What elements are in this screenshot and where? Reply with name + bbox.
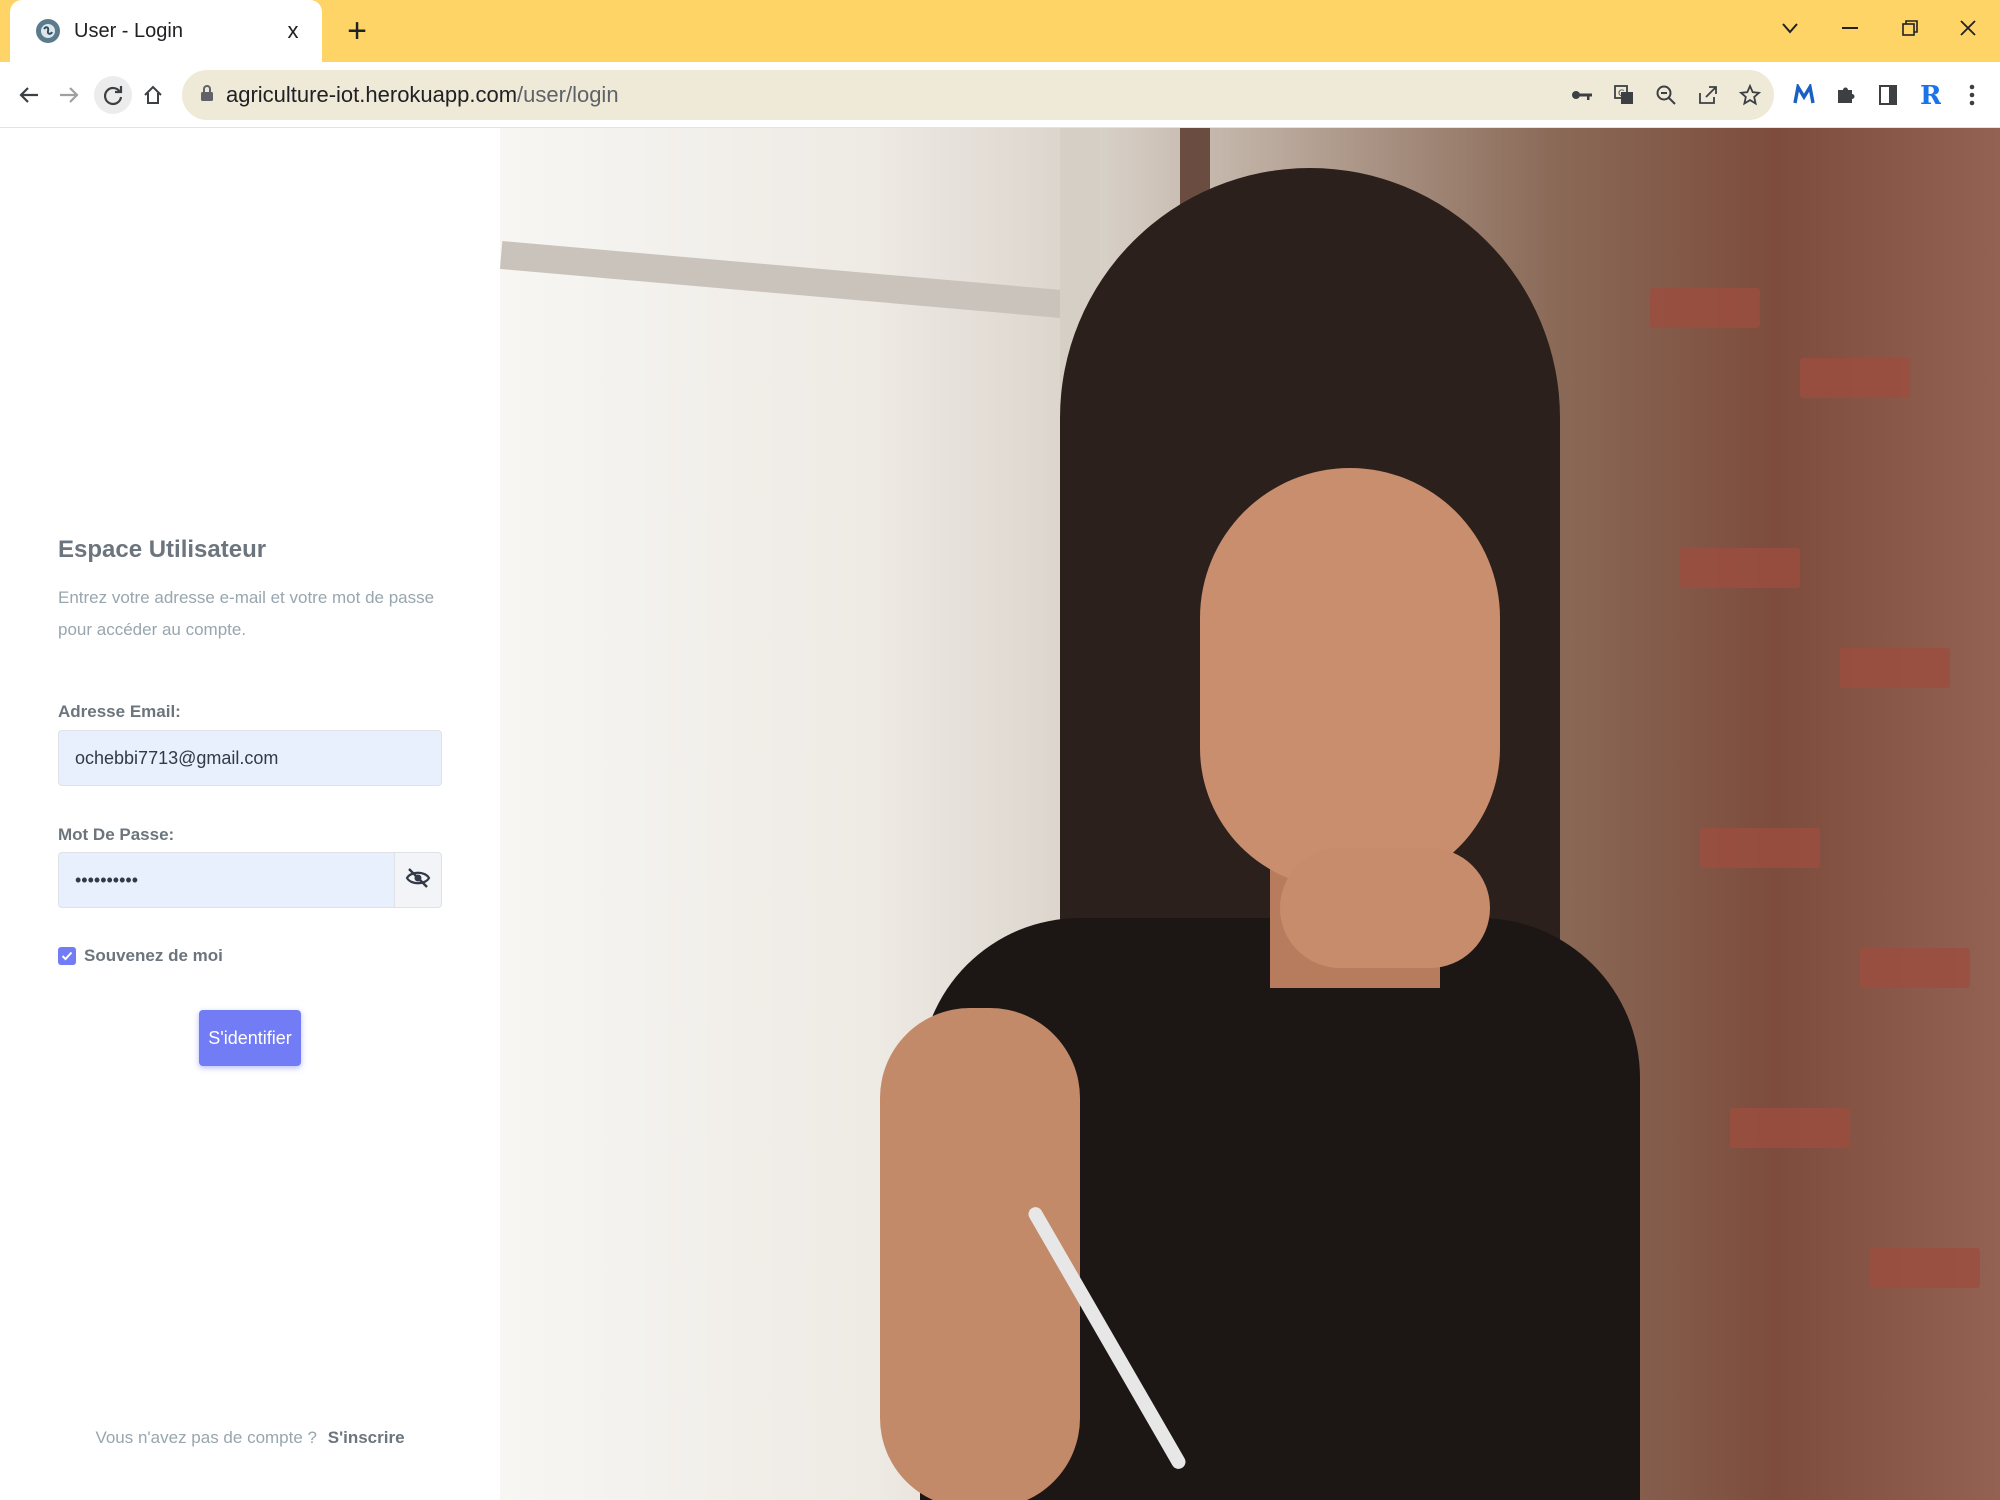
eye-off-icon (405, 867, 431, 894)
close-window-icon[interactable] (1938, 8, 1998, 48)
hero-image (500, 128, 2000, 1500)
signup-prompt: Vous n'avez pas de compte ? (95, 1428, 317, 1447)
brick (1800, 358, 1910, 398)
url-path: /user/login (517, 82, 619, 107)
svg-text:G: G (1618, 89, 1625, 99)
login-button[interactable]: S'identifier (199, 1010, 301, 1066)
brick (1650, 288, 1760, 328)
home-icon[interactable] (134, 76, 172, 114)
share-icon[interactable] (1694, 81, 1722, 109)
remember-me-label: Souvenez de moi (84, 946, 223, 965)
key-icon[interactable] (1568, 81, 1596, 109)
login-page: Espace Utilisateur Entrez votre adresse … (0, 128, 2000, 1500)
browser-tab[interactable]: User - Login x (10, 0, 322, 62)
remember-me[interactable]: Souvenez de moi (58, 946, 223, 966)
extensions-puzzle-icon[interactable] (1832, 76, 1860, 114)
reload-icon[interactable] (94, 76, 132, 114)
browser-toolbar: agriculture-iot.herokuapp.com/user/login… (0, 62, 2000, 128)
email-label: Adresse Email: (58, 702, 181, 721)
email-field[interactable]: ochebbi7713@gmail.com (58, 730, 442, 786)
brick (1730, 1108, 1850, 1148)
toggle-password-visibility-button[interactable] (394, 852, 442, 908)
person-face (1200, 468, 1500, 888)
zoom-icon[interactable] (1652, 81, 1680, 109)
brick (1700, 828, 1820, 868)
minimize-icon[interactable] (1820, 8, 1880, 48)
brick (1870, 1248, 1980, 1288)
url-host: agriculture-iot.herokuapp.com (226, 82, 518, 107)
signup-link[interactable]: S'inscrire (328, 1428, 405, 1447)
tab-strip: User - Login x + (0, 0, 2000, 62)
login-description: Entrez votre adresse e-mail et votre mot… (58, 588, 435, 639)
url-text: agriculture-iot.herokuapp.com/user/login (226, 82, 619, 108)
forward-icon[interactable] (50, 76, 88, 114)
window-frame (500, 241, 1121, 323)
password-group: •••••••••• (58, 852, 442, 908)
password-field[interactable]: •••••••••• (58, 852, 394, 908)
brick (1840, 648, 1950, 688)
password-label: Mot De Passe: (58, 825, 175, 844)
page-title: Espace Utilisateur (58, 536, 267, 563)
signup-footer: Vous n'avez pas de compte ? S'inscrire (0, 1428, 500, 1448)
person-hand (1280, 848, 1490, 968)
address-bar[interactable]: agriculture-iot.herokuapp.com/user/login… (182, 70, 1774, 120)
globe-favicon-icon (36, 19, 60, 43)
tab-close-icon[interactable]: x (278, 18, 308, 44)
brick (1680, 548, 1800, 588)
svg-text:R: R (1920, 82, 1941, 108)
menu-dots-icon[interactable] (1958, 76, 1986, 114)
side-panel-icon[interactable] (1874, 76, 1902, 114)
translate-icon[interactable]: G (1610, 81, 1638, 109)
back-icon[interactable] (10, 76, 48, 114)
r-extension-icon[interactable]: R (1916, 76, 1944, 114)
lock-icon (200, 84, 214, 107)
tab-search-icon[interactable] (1760, 8, 1820, 48)
remember-me-checkbox[interactable] (58, 947, 76, 965)
restore-icon[interactable] (1880, 8, 1940, 48)
bookmark-star-icon[interactable] (1736, 81, 1764, 109)
m-extension-icon[interactable] (1790, 76, 1818, 114)
tab-title: User - Login (74, 19, 183, 42)
new-tab-button[interactable]: + (336, 10, 378, 52)
brick (1860, 948, 1970, 988)
login-panel: Espace Utilisateur Entrez votre adresse … (0, 128, 500, 1500)
